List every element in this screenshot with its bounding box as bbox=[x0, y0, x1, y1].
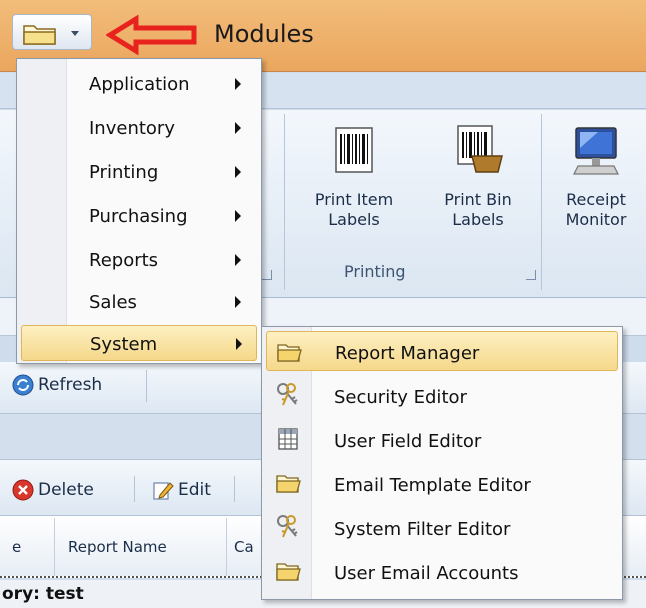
ribbon-group-divider bbox=[541, 114, 542, 290]
menu-item-label: System Filter Editor bbox=[334, 519, 511, 540]
dialog-launcher-icon[interactable] bbox=[526, 270, 536, 280]
menu-item-application[interactable]: Application bbox=[21, 63, 257, 105]
edit-label: Edit bbox=[178, 480, 211, 500]
menu-item-security-editor[interactable]: Security Editor bbox=[266, 375, 618, 417]
menu-item-label: Reports bbox=[89, 250, 159, 271]
menu-item-label: Security Editor bbox=[334, 387, 467, 408]
submenu-arrow-icon bbox=[235, 254, 241, 266]
menu-item-system-filter-editor[interactable]: System Filter Editor bbox=[266, 507, 618, 549]
menu-item-label: Email Template Editor bbox=[334, 475, 531, 496]
edit-icon bbox=[153, 482, 174, 500]
column-separator[interactable] bbox=[226, 518, 227, 576]
submenu-arrow-icon bbox=[235, 210, 241, 222]
menu-item-label: Purchasing bbox=[89, 206, 188, 227]
menu-item-label: User Field Editor bbox=[334, 431, 482, 452]
receipt-monitor-line1: Receipt bbox=[566, 190, 626, 209]
menu-item-sales[interactable]: Sales bbox=[21, 281, 257, 323]
menu-item-label: System bbox=[90, 334, 158, 355]
window-title: Modules bbox=[214, 20, 314, 48]
group-row-label: ory: test bbox=[2, 584, 84, 604]
column-header[interactable]: e bbox=[12, 538, 21, 556]
menu-item-label: Inventory bbox=[89, 118, 175, 139]
refresh-label: Refresh bbox=[38, 375, 103, 395]
toolbar-separator bbox=[146, 370, 147, 402]
menu-item-label: Application bbox=[89, 74, 190, 95]
delete-label: Delete bbox=[38, 480, 94, 500]
receipt-monitor-line2: Monitor bbox=[565, 210, 627, 229]
column-header-report-name[interactable]: Report Name bbox=[68, 538, 167, 556]
menu-item-user-email-accounts[interactable]: User Email Accounts bbox=[266, 551, 618, 593]
menu-item-label: User Email Accounts bbox=[334, 563, 519, 584]
system-submenu: Report Manager Security Editor User Fiel… bbox=[261, 326, 623, 600]
column-separator[interactable] bbox=[54, 518, 55, 576]
print-item-labels-line2: Labels bbox=[328, 210, 380, 229]
receipt-monitor-button[interactable]: Receipt Monitor bbox=[548, 122, 644, 230]
edit-button[interactable]: Edit bbox=[152, 479, 211, 501]
folder-icon bbox=[23, 25, 56, 45]
print-bin-labels-button[interactable]: Print Bin Labels bbox=[426, 122, 530, 230]
keys-icon bbox=[277, 383, 298, 406]
menu-item-system[interactable]: System bbox=[21, 325, 257, 361]
submenu-arrow-icon bbox=[236, 338, 242, 350]
ribbon-group-divider bbox=[284, 114, 285, 290]
submenu-arrow-icon bbox=[235, 122, 241, 134]
print-bin-labels-line1: Print Bin bbox=[444, 190, 512, 209]
folder-open-icon bbox=[276, 475, 301, 493]
menu-item-label: Printing bbox=[89, 162, 159, 183]
toolbar-separator bbox=[234, 476, 235, 502]
folder-open-icon bbox=[276, 563, 301, 581]
barcode-icon bbox=[335, 127, 373, 173]
menu-item-email-template-editor[interactable]: Email Template Editor bbox=[266, 463, 618, 505]
app-menu-button[interactable] bbox=[12, 14, 92, 50]
column-header[interactable]: Ca bbox=[234, 538, 254, 556]
red-arrow-annotation bbox=[106, 15, 197, 55]
dialog-launcher-icon[interactable] bbox=[262, 270, 272, 280]
keys-icon bbox=[277, 515, 298, 538]
menu-item-report-manager[interactable]: Report Manager bbox=[266, 331, 618, 371]
refresh-button[interactable]: Refresh bbox=[12, 374, 102, 396]
menu-item-user-field-editor[interactable]: User Field Editor bbox=[266, 419, 618, 461]
delete-icon bbox=[12, 479, 34, 501]
barcode-bin-icon bbox=[457, 125, 503, 173]
modules-dropdown-menu: Application Inventory Printing Purchasin… bbox=[16, 58, 262, 364]
print-item-labels-button[interactable]: Print Item Labels bbox=[298, 122, 410, 230]
ribbon-group-label-printing: Printing bbox=[344, 262, 406, 281]
submenu-arrow-icon bbox=[235, 296, 241, 308]
refresh-icon bbox=[12, 374, 34, 396]
menu-item-purchasing[interactable]: Purchasing bbox=[21, 195, 257, 237]
delete-button[interactable]: Delete bbox=[12, 479, 94, 501]
submenu-arrow-icon bbox=[235, 78, 241, 90]
submenu-arrow-icon bbox=[235, 166, 241, 178]
print-item-labels-line1: Print Item bbox=[314, 190, 394, 209]
menu-item-reports[interactable]: Reports bbox=[21, 239, 257, 281]
toolbar-separator bbox=[134, 476, 135, 502]
menu-item-inventory[interactable]: Inventory bbox=[21, 107, 257, 149]
menu-item-label: Sales bbox=[89, 292, 137, 313]
print-bin-labels-line2: Labels bbox=[452, 210, 504, 229]
menu-item-printing[interactable]: Printing bbox=[21, 151, 257, 193]
monitor-icon bbox=[573, 127, 619, 175]
chevron-down-icon bbox=[71, 31, 79, 36]
menu-item-label: Report Manager bbox=[335, 343, 480, 364]
folder-open-icon bbox=[277, 344, 302, 362]
table-icon bbox=[278, 428, 298, 450]
